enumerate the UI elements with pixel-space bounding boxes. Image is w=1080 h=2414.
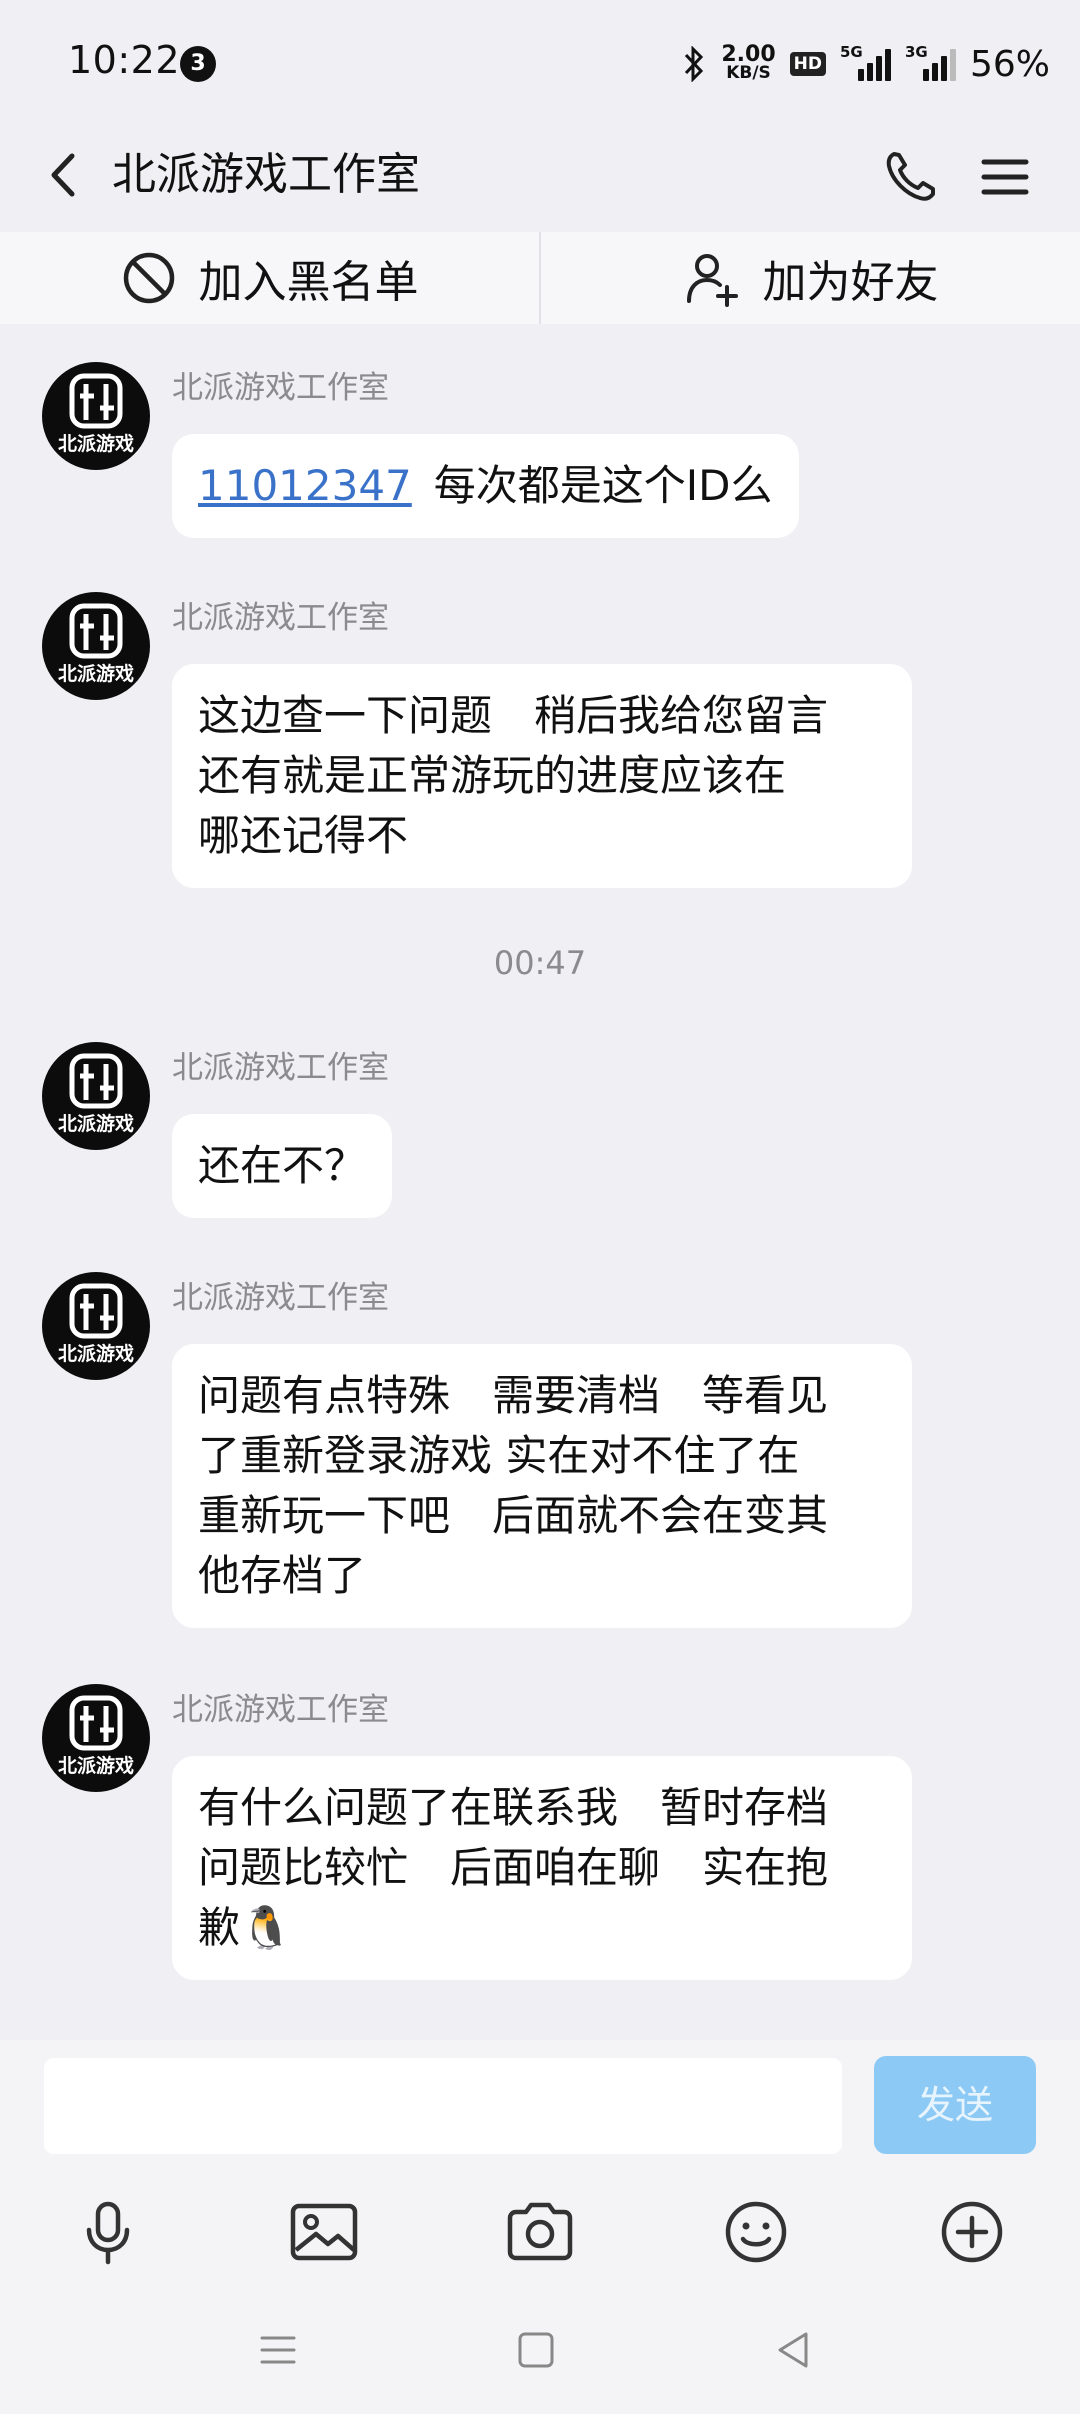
emoji-icon bbox=[725, 2201, 787, 2263]
studio-logo-icon: 北派游戏 bbox=[58, 1053, 134, 1135]
image-icon bbox=[290, 2203, 358, 2261]
camera-icon bbox=[507, 2202, 573, 2261]
recents-button[interactable] bbox=[248, 2320, 308, 2380]
menu-button[interactable] bbox=[970, 142, 1040, 212]
system-back-button[interactable] bbox=[764, 2320, 824, 2380]
svg-text:北派游戏: 北派游戏 bbox=[58, 662, 134, 685]
message-input[interactable] bbox=[44, 2058, 842, 2154]
sender-name: 北派游戏工作室 bbox=[172, 1050, 389, 1086]
add-user-icon bbox=[686, 254, 738, 307]
image-button[interactable] bbox=[284, 2192, 364, 2272]
more-button[interactable] bbox=[932, 2192, 1012, 2272]
microphone-icon bbox=[86, 2201, 130, 2265]
message-bubble[interactable]: 11012347 每次都是这个ID么 bbox=[172, 434, 799, 538]
message-bubble[interactable]: 还在不？ bbox=[172, 1114, 393, 1218]
notification-count-badge: 3 bbox=[180, 46, 216, 82]
add-friend-button[interactable]: 加为好友 bbox=[541, 232, 1080, 324]
system-nav-bar bbox=[0, 2300, 1080, 2414]
back-button[interactable] bbox=[38, 140, 98, 210]
hd-icon: HD bbox=[789, 52, 826, 76]
recents-icon bbox=[260, 2336, 296, 2364]
time-separator: 00:47 bbox=[493, 944, 587, 982]
home-icon bbox=[518, 2332, 554, 2368]
sender-name: 北派游戏工作室 bbox=[172, 370, 389, 406]
bluetooth-icon bbox=[685, 46, 704, 82]
block-button[interactable]: 加入黑名单 bbox=[0, 232, 539, 324]
studio-logo-icon: 北派游戏 bbox=[58, 1283, 134, 1365]
block-label: 加入黑名单 bbox=[198, 257, 419, 308]
call-button[interactable] bbox=[876, 142, 946, 212]
send-button[interactable]: 发送 bbox=[874, 2056, 1036, 2154]
message-bubble[interactable]: 问题有点特殊 需要清档 等看见 了重新登录游戏 实在对不住了在 重新玩一下吧 后… bbox=[172, 1344, 912, 1628]
id-link[interactable]: 11012347 bbox=[198, 461, 412, 510]
avatar[interactable]: 北派游戏 bbox=[42, 1042, 150, 1150]
status-indicators: 2.00 KB/S HD 5G 3G 56% bbox=[681, 36, 1050, 92]
voice-button[interactable] bbox=[68, 2192, 148, 2272]
net-speed: 2.00 KB/S bbox=[721, 42, 776, 83]
avatar[interactable]: 北派游戏 bbox=[42, 362, 150, 470]
svg-text:北派游戏: 北派游戏 bbox=[58, 1112, 134, 1135]
signal-3g-icon: 3G bbox=[905, 43, 956, 81]
message-bubble[interactable]: 这边查一下问题 稍后我给您留言 还有就是正常游玩的进度应该在 哪还记得不 bbox=[172, 664, 912, 888]
avatar[interactable]: 北派游戏 bbox=[42, 592, 150, 700]
studio-logo-icon: 北派游戏 bbox=[58, 373, 134, 455]
triangle-back-icon bbox=[778, 2332, 808, 2368]
sender-name: 北派游戏工作室 bbox=[172, 600, 389, 636]
emoji-button[interactable] bbox=[716, 2192, 796, 2272]
status-bar: 10:22 3 2.00 KB/S HD 5G 3G 56% bbox=[0, 0, 1080, 130]
menu-icon bbox=[981, 159, 1029, 195]
status-time: 10:22 bbox=[68, 38, 181, 82]
add-friend-label: 加为好友 bbox=[762, 257, 939, 308]
avatar[interactable]: 北派游戏 bbox=[42, 1272, 150, 1380]
svg-text:北派游戏: 北派游戏 bbox=[58, 1342, 134, 1365]
sender-name: 北派游戏工作室 bbox=[172, 1280, 389, 1316]
studio-logo-icon: 北派游戏 bbox=[58, 1695, 134, 1777]
camera-button[interactable] bbox=[500, 2192, 580, 2272]
studio-logo-icon: 北派游戏 bbox=[58, 603, 134, 685]
plus-icon bbox=[941, 2201, 1003, 2263]
svg-text:北派游戏: 北派游戏 bbox=[58, 1754, 134, 1777]
sender-name: 北派游戏工作室 bbox=[172, 1692, 389, 1728]
page-title: 北派游戏工作室 bbox=[112, 149, 420, 200]
phone-icon bbox=[886, 152, 935, 201]
signal-5g-icon: 5G bbox=[840, 43, 891, 81]
svg-text:北派游戏: 北派游戏 bbox=[58, 432, 134, 455]
back-arrow-icon bbox=[51, 153, 75, 197]
chat-header: 北派游戏工作室 bbox=[0, 120, 1080, 230]
message-bubble[interactable]: 有什么问题了在联系我 暂时存档 问题比较忙 后面咱在聊 实在抱 歉🐧 bbox=[172, 1756, 912, 1980]
home-button[interactable] bbox=[506, 2320, 566, 2380]
battery-level: 56% bbox=[969, 43, 1050, 85]
block-icon bbox=[123, 252, 174, 304]
contact-action-bar: 加入黑名单 加为好友 bbox=[0, 232, 1080, 324]
avatar[interactable]: 北派游戏 bbox=[42, 1684, 150, 1792]
